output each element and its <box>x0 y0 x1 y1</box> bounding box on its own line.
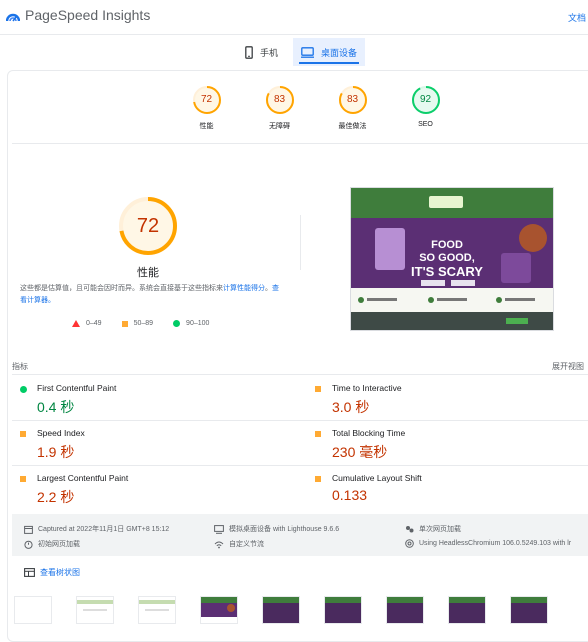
average-square-icon <box>315 386 321 392</box>
performance-gauge: 72 <box>118 196 178 256</box>
metrics-header: 指标 <box>12 362 28 371</box>
gauge-score: 83 <box>346 94 359 105</box>
info-initial-load: 初始网页加载 <box>24 539 80 549</box>
device-tabs: 手机 桌面设备 <box>0 36 588 68</box>
docs-link[interactable]: 文档 <box>568 11 586 24</box>
view-treemap-button[interactable]: 查看树状图 <box>24 567 80 578</box>
metrics-divider <box>12 374 588 375</box>
average-square-icon <box>20 431 26 437</box>
desktop-icon <box>214 524 224 534</box>
final-screenshot: FOOD SO GOOD, IT'S SCARY <box>350 187 554 331</box>
metric-name: First Contentful Paint <box>37 383 117 393</box>
filmstrip <box>14 596 572 624</box>
expand-view-toggle[interactable]: 展开视图 <box>552 361 584 372</box>
page-screenshot-image: FOOD SO GOOD, IT'S SCARY <box>351 188 553 330</box>
filmstrip-frame-blank <box>14 596 52 624</box>
metrics-divider <box>12 420 588 421</box>
hero-line-2: SO GOOD, <box>419 252 475 264</box>
legend-average: 50–89 <box>133 320 154 327</box>
run-info-panel: Captured at 2022年11月1日 GMT+8 15:12 模拟桌面设… <box>12 514 588 556</box>
app-title: PageSpeed Insights <box>25 7 151 23</box>
metric-name: Speed Index <box>37 428 85 438</box>
gauge-label: 最佳做法 <box>338 123 367 130</box>
hero-line-3: IT'S SCARY <box>411 264 483 279</box>
info-session: 单次网页加载 <box>405 524 461 534</box>
calc-score-link[interactable]: 计算性能得分 <box>223 285 265 292</box>
filmstrip-frame-page <box>386 596 424 624</box>
tab-desktop[interactable]: 桌面设备 <box>293 38 365 66</box>
average-square-icon <box>20 476 26 482</box>
metric-value: 2.2 秒 <box>37 489 75 505</box>
performance-description: 这些都是估算值，且可能会因时而异。系统会直接基于这些指标来计算性能得分。查看计算… <box>20 285 279 304</box>
metric-value: 3.0 秒 <box>332 399 370 415</box>
legend-fail: 0–49 <box>86 320 102 327</box>
chrome-icon <box>405 539 414 548</box>
timer-icon <box>24 540 33 549</box>
desktop-icon <box>300 46 314 58</box>
gauge-seo[interactable]: 92 SEO <box>389 85 462 131</box>
pagespeed-logo-icon <box>6 13 20 22</box>
info-browser: Using HeadlessChromium 106.0.5249.103 wi… <box>405 539 571 548</box>
metric-value: 0.4 秒 <box>37 399 75 415</box>
people-icon <box>406 525 414 532</box>
filmstrip-frame-light <box>76 596 114 624</box>
average-square-icon <box>121 320 128 327</box>
gauge-performance[interactable]: 72 性能 <box>170 85 243 131</box>
wifi-icon <box>214 541 224 548</box>
fail-triangle-icon <box>72 320 80 327</box>
pass-circle-icon <box>20 386 27 393</box>
metric-name: Cumulative Layout Shift <box>332 473 422 483</box>
filmstrip-frame-light <box>138 596 176 624</box>
average-square-icon <box>315 476 321 482</box>
legend-pass: 90–100 <box>186 320 210 327</box>
metric-name: Largest Contentful Paint <box>37 473 129 483</box>
info-device: 模拟桌面设备 with Lighthouse 9.6.6 <box>214 524 339 534</box>
filmstrip-frame-page <box>262 596 300 624</box>
calendar-icon <box>24 525 33 534</box>
filmstrip-frame-page <box>448 596 486 624</box>
tab-mobile-label: 手机 <box>260 47 279 58</box>
treemap-icon <box>24 568 35 577</box>
info-captured: Captured at 2022年11月1日 GMT+8 15:12 <box>24 524 169 534</box>
metric-value: 0.133 <box>332 487 368 503</box>
pass-circle-icon <box>173 320 181 327</box>
gauge-score: 92 <box>419 94 432 105</box>
gauge-score: 72 <box>200 94 213 105</box>
score-legend: 0–49 50–89 90–100 <box>72 320 229 327</box>
gauge-label: SEO <box>418 121 433 128</box>
divider <box>12 143 588 144</box>
filmstrip-frame-page <box>324 596 362 624</box>
gauge-label: 无障碍 <box>269 123 290 130</box>
gauge-label: 性能 <box>199 123 214 130</box>
metrics-divider <box>12 465 588 466</box>
metric-value: 1.9 秒 <box>37 444 75 460</box>
metric-name: Time to Interactive <box>332 383 402 393</box>
filmstrip-frame-page <box>510 596 548 624</box>
gauge-score: 83 <box>273 94 286 105</box>
metric-value: 230 毫秒 <box>332 444 388 460</box>
top-bar: PageSpeed Insights 文档 <box>0 0 588 35</box>
info-throttling: 自定义节流 <box>214 539 264 549</box>
gauge-accessibility[interactable]: 83 无障碍 <box>243 85 316 131</box>
metric-name: Total Blocking Time <box>332 428 406 438</box>
performance-title: 性能 <box>137 267 159 279</box>
score-gauges: 72 性能 83 无障碍 83 最佳做法 92 SEO <box>170 85 462 131</box>
tab-desktop-label: 桌面设备 <box>320 47 357 58</box>
hero-line-1: FOOD <box>431 239 463 251</box>
performance-score: 72 <box>136 215 160 237</box>
filmstrip-frame-page <box>200 596 238 624</box>
vertical-divider <box>300 215 301 270</box>
average-square-icon <box>315 431 321 437</box>
phone-icon <box>245 45 253 59</box>
tab-mobile[interactable]: 手机 <box>245 38 278 66</box>
gauge-best-practices[interactable]: 83 最佳做法 <box>316 85 389 131</box>
report-card <box>7 70 588 642</box>
